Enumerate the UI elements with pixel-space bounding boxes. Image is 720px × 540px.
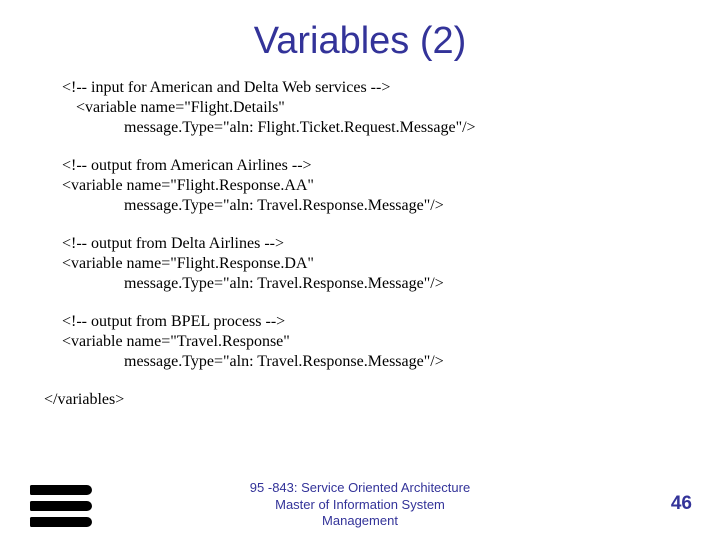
code-line: message.Type="aln: Travel.Response.Messa…: [62, 352, 680, 372]
footer-line: Master of Information System: [0, 497, 720, 513]
slide-body: <!-- input for American and Delta Web se…: [0, 78, 720, 410]
code-line: message.Type="aln: Travel.Response.Messa…: [62, 274, 680, 294]
code-line: message.Type="aln: Travel.Response.Messa…: [62, 196, 680, 216]
code-line: message.Type="aln: Flight.Ticket.Request…: [62, 118, 680, 138]
code-block-1: <!-- input for American and Delta Web se…: [62, 78, 680, 138]
code-block-4: <!-- output from BPEL process --> <varia…: [62, 312, 680, 372]
code-line: <!-- output from BPEL process -->: [62, 312, 680, 332]
slide-title: Variables (2): [0, 0, 720, 78]
code-line: <variable name="Flight.Details": [62, 98, 680, 118]
closing-tag: </variables>: [44, 390, 680, 410]
code-block-2: <!-- output from American Airlines --> <…: [62, 156, 680, 216]
page-number: 46: [671, 493, 692, 515]
footer-text: 95 -843: Service Oriented Architecture M…: [0, 480, 720, 529]
code-line: <variable name="Flight.Response.AA": [62, 176, 680, 196]
code-line: <variable name="Flight.Response.DA": [62, 254, 680, 274]
code-block-3: <!-- output from Delta Airlines --> <var…: [62, 234, 680, 294]
footer-line: Management: [0, 513, 720, 529]
code-line: <!-- output from Delta Airlines -->: [62, 234, 680, 254]
code-line: <variable name="Travel.Response": [62, 332, 680, 352]
code-line: <!-- output from American Airlines -->: [62, 156, 680, 176]
code-line: <!-- input for American and Delta Web se…: [62, 78, 680, 98]
footer-line: 95 -843: Service Oriented Architecture: [0, 480, 720, 496]
slide-footer: 95 -843: Service Oriented Architecture M…: [0, 477, 720, 533]
